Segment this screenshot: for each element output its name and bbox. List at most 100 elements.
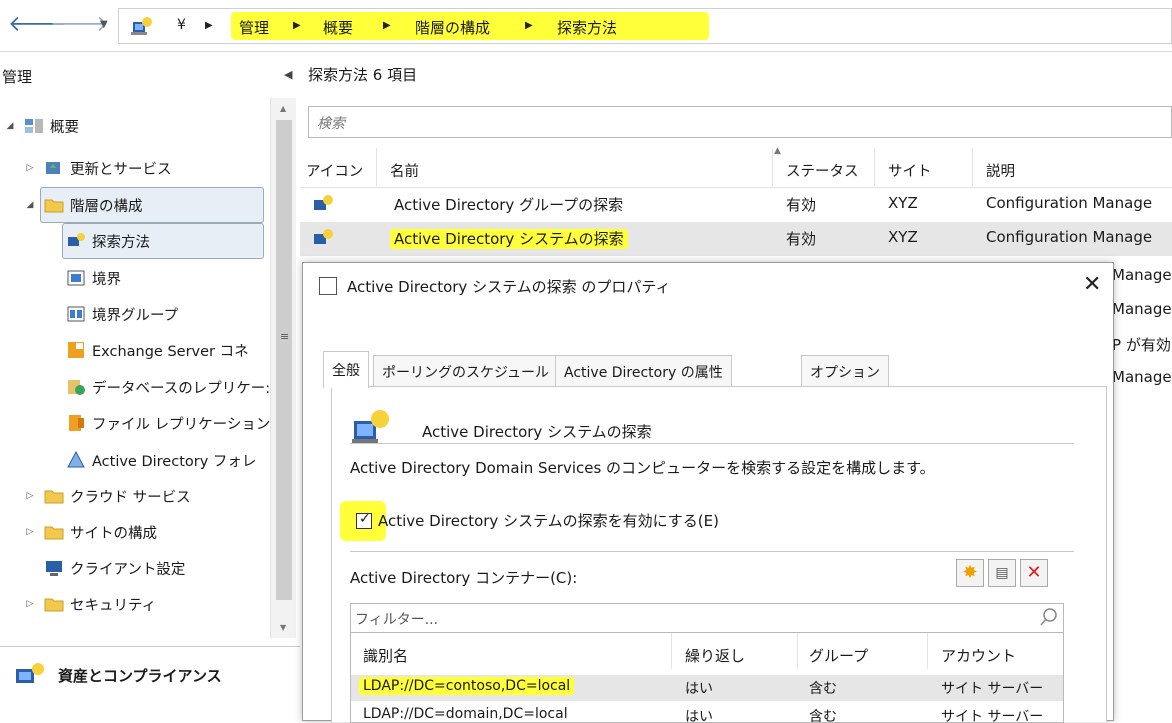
breadcrumb-separator-icon[interactable]: ▶ <box>383 20 391 31</box>
breadcrumb-separator-icon[interactable]: ▶ <box>525 20 533 31</box>
collapsed-arrow-icon[interactable]: ▷ <box>22 527 38 537</box>
exchange-icon <box>68 342 84 358</box>
tab-ad-attributes[interactable]: Active Directory の属性 <box>555 355 732 387</box>
properties-button[interactable]: ▤ <box>988 559 1016 587</box>
tree-item-label: 探索方法 <box>92 234 150 251</box>
tree-item-cloud-services[interactable]: ▷ クラウド サービス <box>22 478 191 514</box>
list-row[interactable]: Active Directory グループの探索 有効 XYZ Configur… <box>300 188 1172 222</box>
tree-item-hierarchy-config[interactable]: ◢ 階層の構成 <box>22 187 143 223</box>
tree-item-label: 境界 <box>92 271 121 288</box>
enable-discovery-checkbox[interactable]: ✓ <box>356 511 372 529</box>
scrollbar-thumb[interactable] <box>276 120 292 600</box>
tree-scrollbar[interactable]: ▲ ▼ <box>270 98 296 638</box>
tree-item-boundary-groups[interactable]: 境界グループ <box>66 296 178 332</box>
grid-row[interactable]: LDAP://DC=domain,DC=local はい 含む サイト サーバー <box>351 703 1063 723</box>
pane-splitter-icon[interactable]: ≡ <box>280 330 289 343</box>
delete-button[interactable]: ✕ <box>1020 559 1048 587</box>
tree-item-security[interactable]: ▷ セキュリティ <box>22 586 157 622</box>
enable-discovery-label[interactable]: Active Directory システムの探索を有効にする(E) <box>378 510 719 531</box>
scroll-down-icon[interactable]: ▼ <box>280 623 286 632</box>
tree-item-label: Exchange Server コネ <box>92 343 249 360</box>
breadcrumb-separator-icon[interactable]: ▶ <box>205 20 213 31</box>
row-description: Configuration Manage <box>986 194 1153 212</box>
tree-item-label: クラウド サービス <box>70 489 191 506</box>
scroll-up-icon[interactable]: ▲ <box>280 104 286 113</box>
column-divider[interactable] <box>376 148 377 186</box>
folder-icon <box>44 598 64 612</box>
column-header-icon[interactable]: アイコン <box>306 160 363 181</box>
column-divider[interactable] <box>671 633 672 669</box>
tab-polling-schedule[interactable]: ポーリングのスケジュール <box>373 355 559 387</box>
grid-row-selected[interactable]: LDAP://DC=contoso,DC=local はい 含む サイト サーバ… <box>351 675 1063 701</box>
breadcrumb-item[interactable]: 概要 <box>323 17 353 38</box>
navigation-tree: ◢ 概要 ▷ 更新とサービス ◢ 階層の構成 探索方法 境界 境界グループ Ex… <box>0 98 300 638</box>
grid-column-account[interactable]: アカウント <box>941 645 1016 666</box>
column-divider[interactable] <box>927 633 928 669</box>
tab-general[interactable]: 全般 <box>323 351 369 388</box>
collapsed-arrow-icon[interactable]: ▷ <box>22 491 38 501</box>
grid-column-recursive[interactable]: 繰り返し <box>685 645 745 666</box>
column-divider[interactable] <box>772 148 773 186</box>
tree-item-ad-forests[interactable]: Active Directory フォレ <box>66 442 256 478</box>
ad-system-discovery-icon <box>352 410 389 443</box>
breadcrumb-root[interactable]: ¥ <box>177 17 186 33</box>
ad-forest-icon <box>67 451 85 468</box>
breadcrumb: ¥ ▶ 管理 ▶ 概要 ▶ 階層の構成 ▶ 探索方法 <box>118 8 1172 44</box>
expanded-arrow-icon[interactable]: ◢ <box>22 200 38 210</box>
grid-column-dn[interactable]: 識別名 <box>363 645 408 666</box>
collapsed-arrow-icon[interactable]: ▷ <box>22 163 38 173</box>
search-icon[interactable] <box>1039 607 1059 627</box>
grid-cell-recursive: はい <box>685 709 713 723</box>
tree-item-file-replication[interactable]: ファイル レプリケーション <box>66 405 270 441</box>
expanded-arrow-icon[interactable]: ◢ <box>2 121 18 131</box>
assets-compliance-icon <box>16 663 44 683</box>
column-divider[interactable] <box>797 633 798 669</box>
client-settings-icon <box>46 561 62 576</box>
tree-item-overview[interactable]: ◢ 概要 <box>2 108 79 144</box>
tree-item-client-settings[interactable]: クライアント設定 <box>44 550 185 586</box>
tree-item-label: 階層の構成 <box>70 198 143 215</box>
workspace-assets-compliance[interactable]: 資産とコンプライアンス <box>0 646 300 721</box>
column-header-status[interactable]: ステータス <box>786 160 859 181</box>
tree-item-database-replication[interactable]: データベースのレプリケー: <box>66 369 270 405</box>
tree-item-discovery-methods[interactable]: 探索方法 <box>66 223 150 259</box>
column-header-name[interactable]: 名前 <box>390 160 419 181</box>
boundary-group-icon <box>67 306 85 322</box>
discovery-method-icon <box>314 195 333 210</box>
collapse-pane-icon[interactable]: ◀ <box>284 68 292 81</box>
row-description-partial: Manage <box>1112 300 1172 318</box>
tree-item-label: 更新とサービス <box>70 161 172 178</box>
grid-cell-dn: LDAP://DC=contoso,DC=local <box>359 677 575 695</box>
folder-icon <box>44 199 64 213</box>
tree-item-site-config[interactable]: ▷ サイトの構成 <box>22 514 157 550</box>
tree-item-label: Active Directory フォレ <box>92 453 257 470</box>
search-input[interactable]: 検索 <box>308 106 1172 138</box>
grid-cell-recursive: はい <box>685 681 713 697</box>
breadcrumb-item[interactable]: 管理 <box>239 17 269 38</box>
column-header-description[interactable]: 説明 <box>986 160 1015 181</box>
column-header-site[interactable]: サイト <box>888 160 932 181</box>
tree-item-updates-servicing[interactable]: ▷ 更新とサービス <box>22 150 172 186</box>
collapsed-arrow-icon[interactable]: ▷ <box>22 599 38 609</box>
column-divider[interactable] <box>972 148 973 186</box>
list-row-selected[interactable]: Active Directory システムの探索 有効 XYZ Configur… <box>300 222 1172 256</box>
breadcrumb-item[interactable]: 階層の構成 <box>415 17 490 38</box>
tab-options[interactable]: オプション <box>801 355 889 387</box>
section-description: Active Directory Domain Services のコンピュータ… <box>350 459 935 477</box>
database-replication-icon <box>68 380 85 395</box>
column-divider[interactable] <box>874 148 875 186</box>
updates-icon <box>46 162 60 174</box>
breadcrumb-item[interactable]: 探索方法 <box>557 17 617 38</box>
grid-column-group[interactable]: グループ <box>809 645 868 666</box>
filter-input[interactable]: フィルター... <box>350 603 1064 633</box>
list-column-header: ▲ アイコン 名前 ステータス サイト 説明 <box>300 146 1172 188</box>
tree-item-label: セキュリティ <box>70 597 157 614</box>
search-placeholder: 検索 <box>317 116 345 132</box>
overview-icon <box>25 119 43 133</box>
tree-item-boundaries[interactable]: 境界 <box>66 260 121 296</box>
tree-item-exchange-connector[interactable]: Exchange Server コネ <box>66 332 249 368</box>
new-container-button[interactable]: ✸ <box>956 559 984 587</box>
history-dropdown-icon[interactable]: ▼ <box>100 19 108 30</box>
close-icon[interactable]: ✕ <box>1083 272 1101 297</box>
breadcrumb-separator-icon[interactable]: ▶ <box>293 20 301 31</box>
